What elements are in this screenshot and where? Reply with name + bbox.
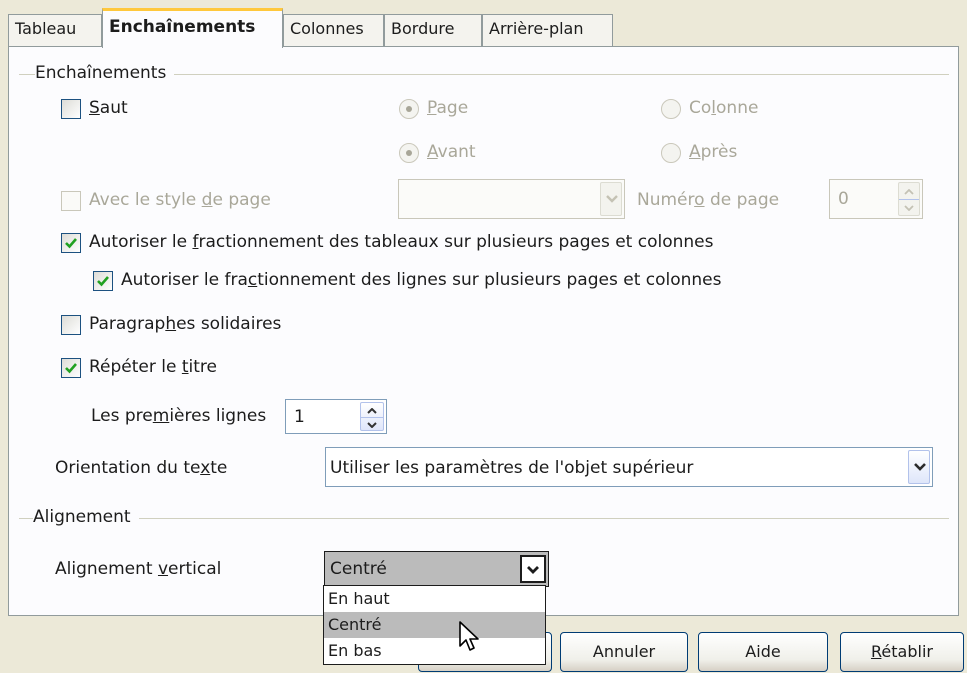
radio-page[interactable]	[399, 99, 419, 119]
aide-button[interactable]: Aide	[698, 632, 828, 672]
tab-colonnes[interactable]: Colonnes	[283, 14, 384, 46]
autoriser-lignes-label: Autoriser le fractionnement des lignes s…	[121, 270, 722, 290]
section-title-alignement: Alignement	[33, 507, 139, 527]
tab-enchainements[interactable]: Enchaînements	[102, 8, 283, 48]
spin-divider	[361, 416, 383, 418]
checkmark-icon	[65, 238, 77, 249]
autoriser-tableaux-checkbox[interactable]	[61, 233, 81, 253]
chevron-down-icon[interactable]	[520, 555, 546, 583]
premieres-lignes-label: Les premières lignes	[91, 406, 267, 426]
radio-avant[interactable]	[399, 143, 419, 163]
orientation-select[interactable]: Utiliser les paramètres de l'objet supér…	[325, 447, 933, 487]
section-divider	[19, 518, 949, 519]
orientation-value: Utiliser les paramètres de l'objet supér…	[330, 458, 694, 478]
radio-colonne[interactable]	[661, 99, 681, 119]
radio-dot	[406, 106, 412, 112]
autoriser-lignes-checkbox[interactable]	[93, 271, 113, 291]
spin-buttons[interactable]	[360, 402, 384, 431]
mouse-cursor-icon	[459, 621, 479, 651]
paragraphes-solidaires-checkbox[interactable]	[61, 315, 81, 335]
spin-divider	[899, 199, 919, 200]
radio-apres-label: Après	[689, 142, 738, 162]
spin-buttons[interactable]	[898, 182, 920, 216]
checkmark-icon	[65, 363, 77, 374]
premieres-lignes-spinner[interactable]: 1	[285, 399, 387, 434]
tab-tableau[interactable]: Tableau	[8, 14, 102, 46]
avec-style-checkbox[interactable]	[61, 191, 81, 211]
checkmark-icon	[97, 276, 109, 287]
repeter-titre-checkbox[interactable]	[61, 358, 81, 378]
chevron-down-icon[interactable]	[908, 450, 930, 484]
saut-checkbox[interactable]	[61, 99, 81, 119]
radio-apres[interactable]	[661, 143, 681, 163]
numero-page-value: 0	[838, 189, 849, 209]
list-item-en-bas[interactable]: En bas	[324, 638, 545, 664]
tab-arriere-plan[interactable]: Arrière-plan	[482, 14, 613, 46]
alignement-vertical-label: Alignement vertical	[55, 559, 222, 579]
radio-dot	[406, 150, 412, 156]
tab-bordure[interactable]: Bordure	[384, 14, 482, 46]
annuler-button[interactable]: Annuler	[560, 632, 688, 672]
repeter-titre-label: Répéter le titre	[89, 357, 218, 377]
spin-up-icon[interactable]	[904, 189, 914, 195]
alignement-dropdown-list: En haut Centré En bas	[323, 585, 546, 665]
spin-down-icon[interactable]	[367, 422, 377, 428]
radio-colonne-label: Colonne	[689, 98, 759, 118]
premieres-lignes-value: 1	[294, 407, 305, 427]
radio-page-label: Page	[427, 98, 469, 118]
paragraphes-solidaires-label: Paragraphes solidaires	[89, 314, 282, 334]
numero-page-spinner[interactable]: 0	[829, 179, 923, 219]
chevron-down-icon[interactable]	[600, 182, 622, 216]
spin-up-icon[interactable]	[367, 408, 377, 414]
orientation-label: Orientation du texte	[55, 458, 228, 478]
alignement-vertical-value: Centré	[330, 559, 387, 579]
numero-page-label: Numéro de page	[637, 190, 780, 210]
avec-style-label: Avec le style de page	[89, 190, 271, 210]
section-title-enchainements: Enchaînements	[35, 63, 175, 83]
page-style-select[interactable]	[398, 179, 625, 219]
autoriser-tableaux-label: Autoriser le fractionnement des tableaux…	[89, 232, 714, 252]
tab-page-panel: Enchaînements Saut Page Colonne Avant Ap…	[8, 46, 959, 616]
spin-down-icon[interactable]	[904, 205, 914, 211]
radio-avant-label: Avant	[427, 142, 476, 162]
list-item-en-haut[interactable]: En haut	[324, 586, 545, 612]
saut-label: Saut	[89, 98, 128, 118]
list-item-centre[interactable]: Centré	[324, 612, 545, 638]
alignement-vertical-select[interactable]: Centré	[324, 551, 549, 587]
saut-label-rest: aut	[99, 98, 128, 118]
retablir-button[interactable]: Rétablir	[840, 632, 964, 672]
